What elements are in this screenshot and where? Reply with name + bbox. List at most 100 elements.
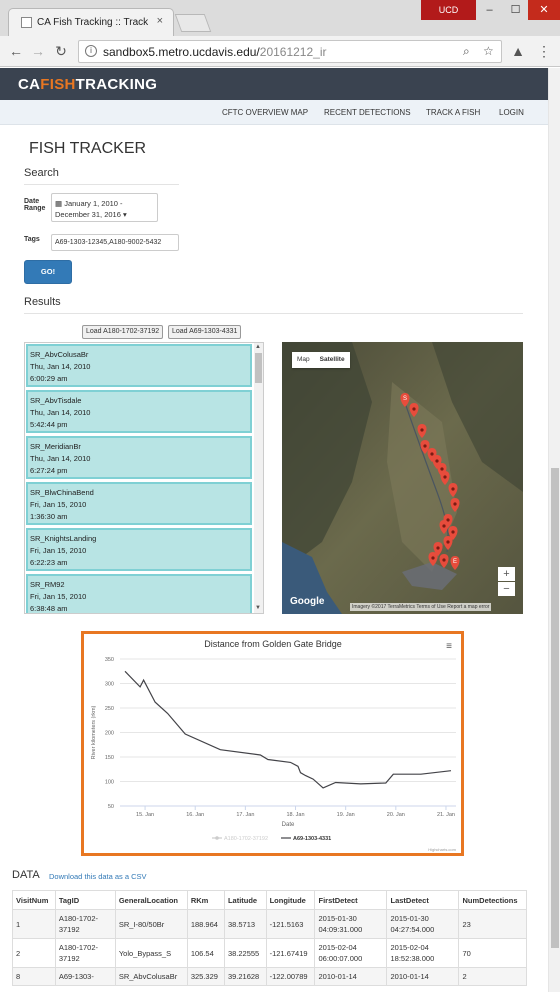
table-cell: 2 [12, 938, 56, 968]
search-heading: Search [24, 167, 59, 179]
nav-login[interactable]: LOGIN [499, 108, 524, 117]
table-cell: 8 [12, 967, 56, 986]
col-firstdetect[interactable]: FirstDetect [314, 890, 388, 910]
page-scroll-thumb[interactable] [551, 468, 559, 948]
search-icon[interactable]: ⌕ [463, 44, 470, 59]
table-cell: 2015-01-30 04:09:31.000 [314, 909, 388, 939]
satellite-map[interactable]: S E Map Satellite + − Google Imagery ©201… [282, 342, 523, 614]
map-marker[interactable] [428, 552, 438, 566]
table-row: 8 A69-1303- SR_AbvColusaBr 325.329 39.21… [12, 967, 527, 986]
nav-recent-detections[interactable]: RECENT DETECTIONS [324, 108, 411, 117]
col-longitude[interactable]: Longitude [265, 890, 316, 910]
new-tab-button[interactable] [174, 14, 212, 32]
page-scrollbar[interactable] [548, 68, 560, 992]
map-attribution[interactable]: Imagery ©2017 TerraMetrics Terms of Use … [350, 603, 492, 611]
site-header: CAFISHTRACKING [0, 68, 548, 100]
col-generallocation[interactable]: GeneralLocation [114, 890, 188, 910]
browser-tab[interactable]: CA Fish Tracking :: Track × [8, 8, 174, 36]
page-title: FISH TRACKER [29, 140, 147, 157]
list-item[interactable]: SR_MeridianBr Thu, Jan 14, 2010 6:27:24 pm [26, 436, 252, 479]
col-visitnum[interactable]: VisitNum [12, 890, 56, 910]
forward-icon[interactable]: → [30, 43, 46, 59]
map-marker[interactable] [439, 520, 449, 534]
map-marker[interactable] [448, 483, 458, 497]
nav-cftc-overview-map[interactable]: CFTC OVERVIEW MAP [222, 108, 308, 117]
chart-title: Distance from Golden Gate Bridge [204, 639, 342, 649]
table-cell: 2010-01-14 [314, 967, 388, 986]
close-window-button[interactable]: ✕ [528, 0, 560, 20]
chart-x-tick-label: 20. Jan [387, 812, 405, 818]
download-csv-link[interactable]: Download this data as a CSV [49, 872, 147, 881]
map-marker-end[interactable]: E [450, 556, 460, 570]
chart-x-axis-title: Date [282, 822, 295, 828]
col-latitude[interactable]: Latitude [223, 890, 267, 910]
map-marker[interactable] [450, 498, 460, 512]
profile-button[interactable]: UCD [421, 0, 476, 20]
chart-y-tick-label: 100 [105, 780, 114, 786]
list-item[interactable]: SR_RM92 Fri, Jan 15, 2010 6:38:48 am [26, 574, 252, 613]
col-numdetections[interactable]: NumDetections [458, 890, 527, 910]
extension-icon[interactable]: ▲ [510, 43, 526, 59]
info-icon[interactable]: i [85, 45, 97, 57]
list-scroll-thumb[interactable] [255, 353, 262, 383]
bookmark-star-icon[interactable]: ☆ [483, 44, 494, 58]
table-cell: 2015-02-04 06:00:07.000 [314, 938, 388, 968]
chart-x-tick-label: 15. Jan [136, 812, 154, 818]
map-type-map[interactable]: Map [292, 352, 315, 367]
tags-input[interactable]: A69-1303-12345,A180-9002-5432 [51, 234, 179, 251]
legend-a69: A69-1303-4331 [293, 836, 331, 842]
calendar-icon: ▦ [55, 199, 63, 208]
map-marker[interactable] [409, 403, 419, 417]
date-range-picker[interactable]: ▦ January 1, 2010 - December 31, 2016 ▾ [51, 193, 158, 222]
table-cell: -121.67419 [265, 938, 316, 968]
nav-track-a-fish[interactable]: TRACK A FISH [426, 108, 480, 117]
tab-close-icon[interactable]: × [157, 15, 163, 27]
table-cell: -122.00789 [265, 967, 316, 986]
chart-y-tick-label: 50 [108, 804, 114, 810]
caret-down-icon: ▾ [122, 210, 127, 219]
map-marker[interactable] [443, 536, 453, 550]
chart-y-tick-label: 150 [105, 755, 114, 761]
col-rkm[interactable]: RKm [186, 890, 225, 910]
scroll-up-icon[interactable]: ▲ [255, 344, 261, 350]
list-scrollbar[interactable]: ▲ ▼ [254, 343, 263, 613]
table-cell: 23 [458, 909, 527, 939]
list-item[interactable]: SR_KnightsLanding Fri, Jan 15, 2010 6:22:2… [26, 528, 252, 571]
zoom-in-button[interactable]: + [498, 567, 515, 581]
url-text[interactable]: sandbox5.metro.ucdavis.edu/20161212_ir [103, 45, 327, 59]
map-type-toggle: Map Satellite [292, 352, 350, 368]
site-nav: CFTC OVERVIEW MAP RECENT DETECTIONS TRAC… [0, 100, 548, 125]
table-header-row: VisitNum TagID GeneralLocation RKm Latit… [12, 890, 527, 910]
zoom-out-button[interactable]: − [498, 582, 515, 596]
results-heading: Results [24, 296, 61, 308]
maximize-button[interactable]: ☐ [502, 0, 529, 20]
map-marker-start[interactable]: S [400, 393, 410, 407]
chart-y-tick-label: 300 [105, 682, 114, 688]
chart-x-tick-label: 17. Jan [236, 812, 254, 818]
back-icon[interactable]: ← [8, 43, 24, 59]
col-lastdetect[interactable]: LastDetect [386, 890, 460, 910]
menu-kebab-icon[interactable]: ⋮ [536, 43, 552, 60]
list-item[interactable]: SR_BlwChinaBend Fri, Jan 15, 2010 1:36:30 … [26, 482, 252, 525]
map-marker[interactable] [439, 554, 449, 568]
load-a69-button[interactable]: Load A69-1303-4331 [168, 325, 242, 339]
list-item[interactable]: SR_AbvColusaBr Thu, Jan 14, 2010 6:00:29 a… [26, 344, 252, 387]
map-marker[interactable] [440, 471, 450, 485]
list-item[interactable]: SR_AbvTisdale Thu, Jan 14, 2010 5:42:44 pm [26, 390, 252, 433]
go-button[interactable]: GO! [24, 260, 72, 284]
table-cell: 39.21628 [223, 967, 267, 986]
reload-icon[interactable]: ↻ [53, 43, 69, 60]
tags-label: Tags [24, 236, 40, 243]
col-tagid[interactable]: TagID [54, 890, 116, 910]
load-a180-button[interactable]: Load A180-1702-37192 [82, 325, 164, 339]
minimize-button[interactable]: – [476, 0, 503, 20]
table-cell: A180-1702-37192 [54, 909, 116, 939]
scroll-down-icon[interactable]: ▼ [255, 605, 261, 611]
table-cell: A69-1303- [54, 967, 116, 986]
distance-chart-svg: Distance from Golden Gate Bridge ≡ 50 100 15… [91, 639, 457, 852]
url-bar[interactable]: i sandbox5.metro.ucdavis.edu/20161212_ir… [78, 40, 502, 63]
favicon-icon [21, 17, 32, 28]
site-logo[interactable]: CAFISHTRACKING [18, 76, 157, 93]
map-marker[interactable] [417, 424, 427, 438]
map-type-satellite[interactable]: Satellite [315, 352, 350, 367]
